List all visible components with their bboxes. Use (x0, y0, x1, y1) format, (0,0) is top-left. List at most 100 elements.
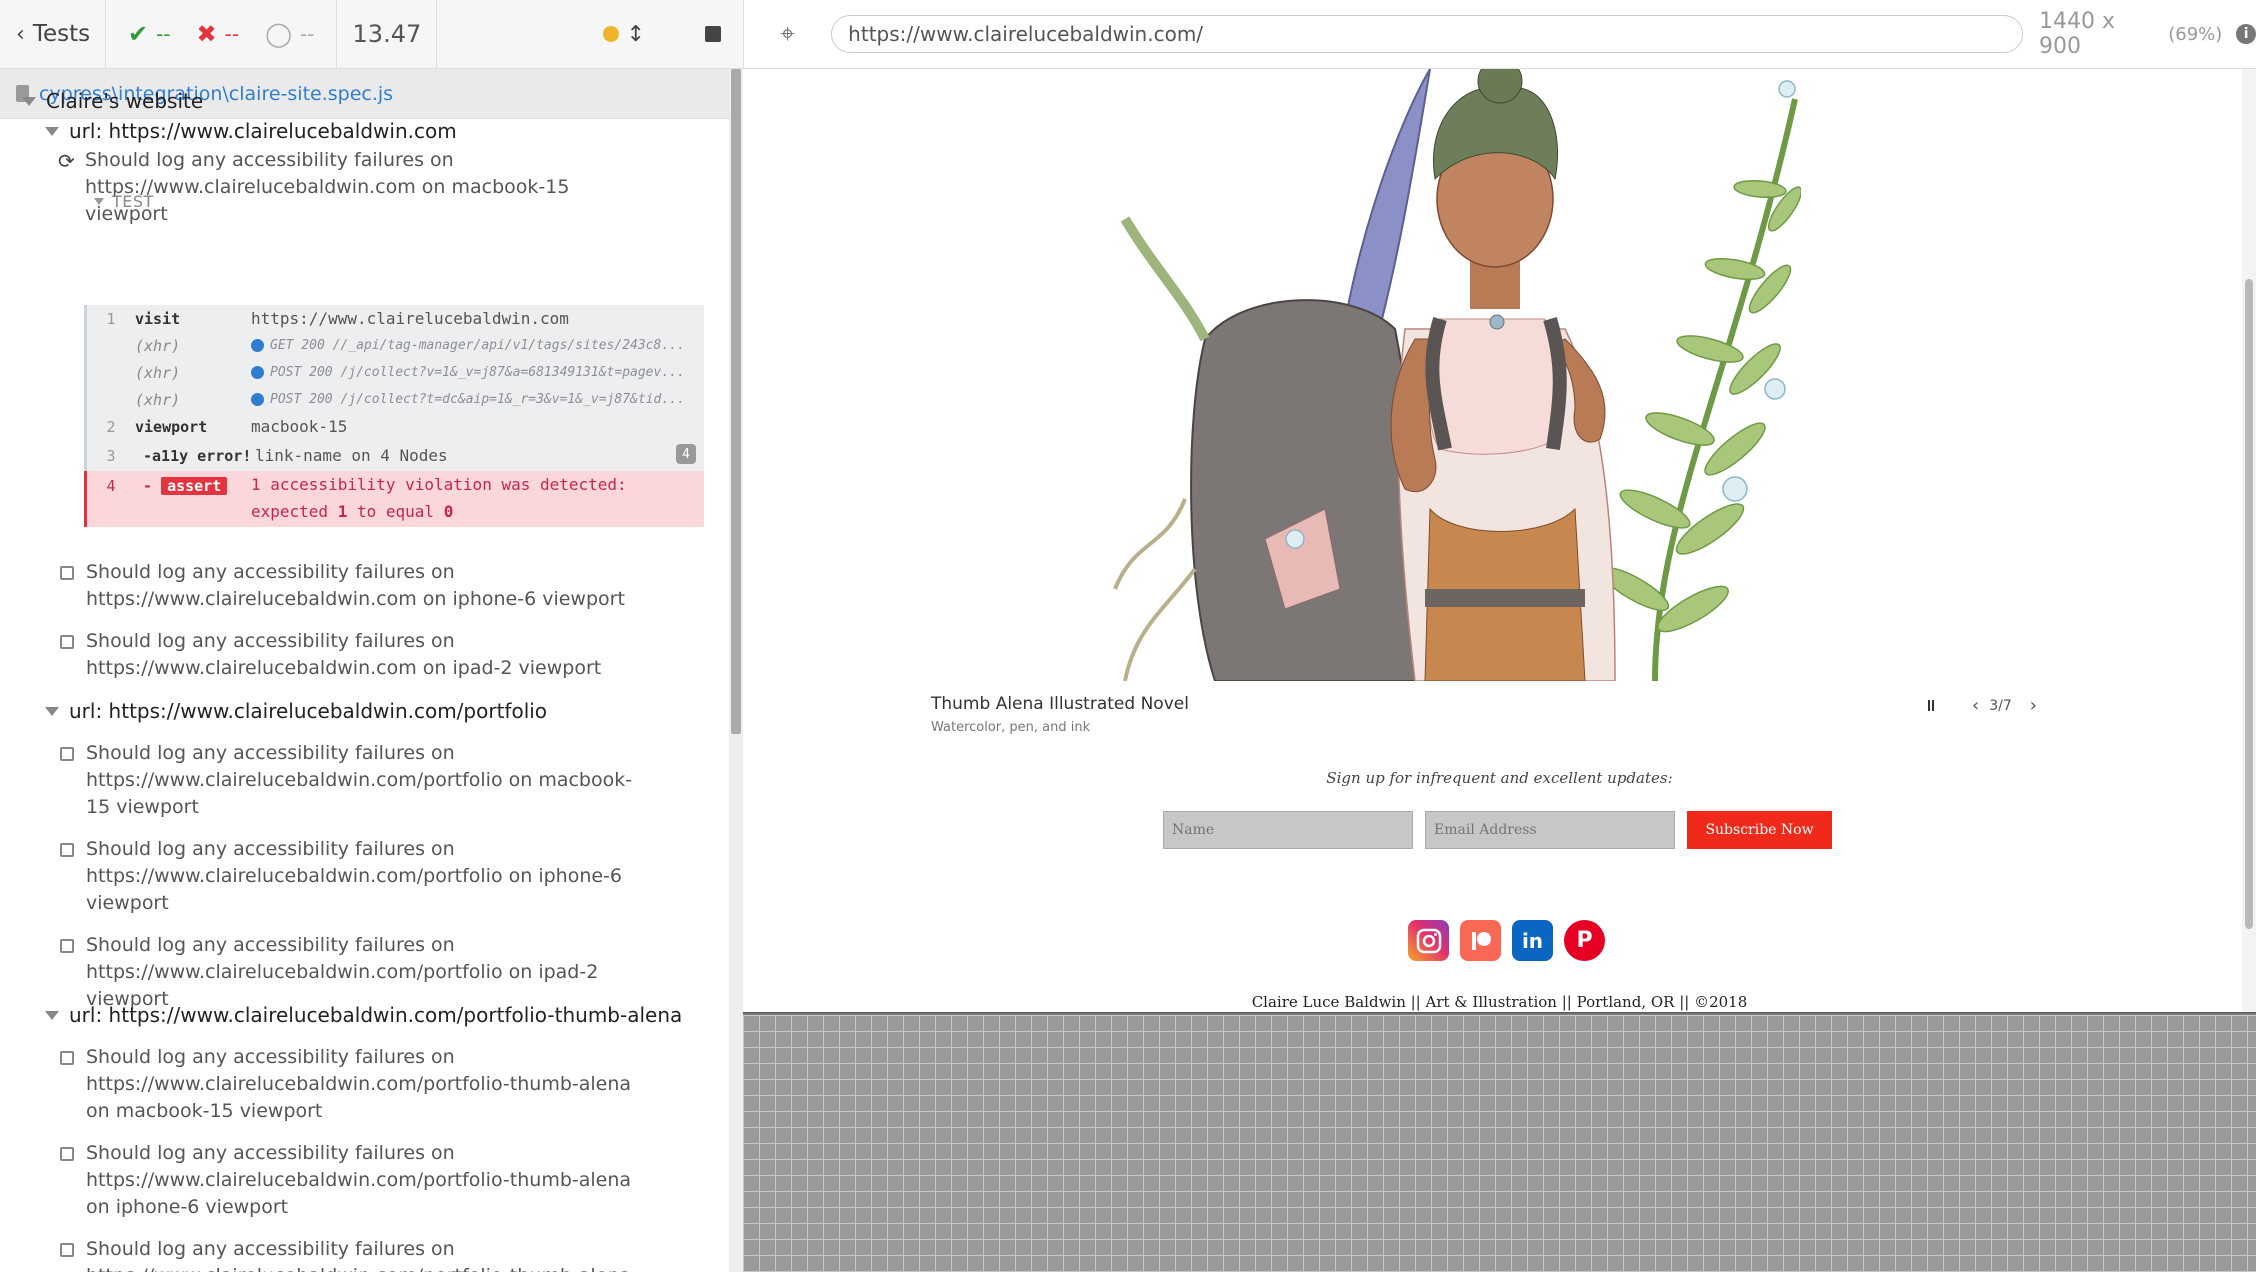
caret-down-icon (45, 126, 59, 136)
chevron-left-icon: ‹ (16, 21, 25, 47)
command-row[interactable]: 1 visit https://www.clairelucebaldwin.co… (87, 305, 704, 332)
url-bar[interactable]: https://www.clairelucebaldwin.com/ (831, 15, 2023, 53)
test-item[interactable]: Should log any accessibility failures on… (60, 836, 640, 917)
subscribe-button[interactable]: Subscribe Now (1687, 811, 1832, 849)
failed-count: -- (224, 22, 240, 46)
name-field[interactable] (1163, 811, 1413, 849)
test-item[interactable]: Should log any accessibility failures on… (60, 1236, 640, 1272)
test-title: Should log any accessibility failures on… (86, 1142, 632, 1218)
command-row[interactable]: (xhr) POST 200 /j/collect?t=dc&aip=1&_r=… (87, 386, 704, 413)
command-name: (xhr) (135, 363, 181, 382)
checkbox-icon (60, 635, 74, 649)
pending-count: -- (299, 22, 315, 46)
reporter-header: ‹ Tests ✔ -- ✖ -- ◯ -- 13.47 ↕ (0, 0, 743, 69)
slide-caption-title: Thumb Alena Illustrated Novel (931, 694, 1189, 714)
email-field[interactable] (1425, 811, 1675, 849)
patreon-icon[interactable] (1460, 920, 1501, 961)
xhr-message: POST 200 /j/collect?t=dc&aip=1&_r=3&v=1&… (251, 392, 685, 407)
test-title: Should log any accessibility failures on… (86, 630, 602, 679)
command-row[interactable]: (xhr) POST 200 /j/collect?v=1&_v=j87&a=6… (87, 359, 704, 386)
viewport-background (743, 1015, 2256, 1272)
running-indicator-icon (602, 26, 619, 42)
info-icon[interactable]: i (2236, 24, 2256, 44)
slide-counter: 3/7 (1989, 697, 2012, 714)
command-row[interactable]: 2 viewport macbook-15 (87, 413, 704, 440)
command-number: 2 (106, 417, 116, 436)
app-scrollbar-thumb[interactable] (2245, 279, 2253, 929)
test-item[interactable]: Should log any accessibility failures on… (60, 628, 660, 682)
command-name: visit (135, 309, 181, 328)
test-item[interactable]: Should log any accessibility failures on… (60, 1140, 640, 1221)
command-name: viewport (135, 417, 208, 436)
suite-portfolio[interactable]: url: https://www.clairelucebaldwin.com/p… (45, 699, 547, 723)
stats: ✔ -- ✖ -- ◯ -- (106, 0, 338, 68)
assert-label: assert (161, 477, 228, 495)
chevron-right-icon[interactable]: › (2030, 695, 2037, 716)
tests-label: Tests (32, 21, 91, 47)
command-message: https://www.clairelucebaldwin.com (251, 309, 569, 328)
command-name: (xhr) (135, 336, 181, 355)
assert-expected-value: 0 (443, 502, 454, 521)
test-item-active[interactable]: Should log any accessibility failures on… (85, 147, 645, 228)
test-title: Should log any accessibility failures on… (86, 838, 622, 914)
test-title: Should log any accessibility failures on… (86, 742, 633, 818)
app-scrollbar[interactable] (2242, 69, 2256, 1015)
expand-vertical-icon[interactable]: ↕ (627, 22, 645, 47)
pending-stat: ◯ -- (265, 20, 314, 48)
xhr-status-icon (251, 393, 264, 406)
site-footer: Claire Luce Baldwin || Art & Illustratio… (1251, 993, 1748, 1011)
refresh-icon: ⟳ (58, 149, 75, 173)
tests-button[interactable]: ‹ Tests (0, 0, 106, 68)
xhr-status-icon (251, 366, 264, 379)
xhr-status-icon (251, 339, 264, 352)
circle-notch-icon: ◯ (265, 20, 292, 48)
suite-home[interactable]: url: https://www.clairelucebaldwin.com (45, 119, 457, 143)
duration: 13.47 (337, 0, 438, 68)
count-badge: 4 (676, 444, 696, 464)
test-item[interactable]: Should log any accessibility failures on… (60, 932, 680, 1013)
chevron-left-icon[interactable]: ‹ (1972, 695, 1979, 716)
checkbox-icon (60, 1147, 74, 1161)
selector-playground-icon[interactable]: ⌖ (744, 19, 831, 50)
suite-portfolio-thumb-alena[interactable]: url: https://www.clairelucebaldwin.com/p… (45, 1003, 682, 1027)
reporter-scrollbar-thumb[interactable] (731, 69, 741, 734)
passed-stat: ✔ -- (128, 20, 171, 48)
command-row[interactable]: (xhr) GET 200 //_api/tag-manager/api/v1/… (87, 332, 704, 359)
linkedin-icon[interactable]: in (1512, 920, 1553, 961)
command-message: macbook-15 (251, 417, 348, 436)
command-row[interactable]: 3 -a11y error! link-name on 4 Nodes 4 (87, 440, 704, 471)
caret-down-icon (94, 198, 104, 205)
viewport-size: 1440 x 900 (2039, 9, 2116, 59)
checkbox-icon (60, 566, 74, 580)
assert-expected: expected (251, 502, 329, 521)
test-item[interactable]: Should log any accessibility failures on… (60, 559, 660, 613)
reporter: cypress\integration\claire-site.spec.js … (0, 69, 729, 1272)
checkbox-icon (60, 1243, 74, 1257)
test-header[interactable]: TEST (94, 192, 154, 211)
test-item[interactable]: Should log any accessibility failures on… (60, 740, 640, 821)
slideshow-controls: ‹ 3/7 › (1928, 695, 2037, 716)
reporter-scrollbar[interactable] (729, 69, 743, 1272)
check-icon: ✔ (128, 20, 149, 48)
stop-icon[interactable] (705, 26, 721, 42)
test-header-label: TEST (112, 192, 154, 211)
xhr-text: POST 200 /j/collect?t=dc&aip=1&_r=3&v=1&… (270, 392, 685, 407)
instagram-icon[interactable] (1408, 920, 1449, 961)
test-title: Should log any accessibility failures on… (85, 149, 570, 225)
pause-icon[interactable] (1928, 700, 1934, 711)
test-title: Should log any accessibility failures on… (86, 1238, 631, 1272)
suite-title: url: https://www.clairelucebaldwin.com/p… (69, 699, 548, 723)
command-row-failed[interactable]: 4 - assert 1 accessibility violation was… (84, 471, 704, 527)
test-item[interactable]: Should log any accessibility failures on… (60, 1044, 640, 1125)
suite-root[interactable]: Claire's website (22, 89, 203, 113)
suite-title: url: https://www.clairelucebaldwin.com/p… (69, 1003, 683, 1027)
url-text: https://www.clairelucebaldwin.com/ (848, 22, 1204, 46)
passed-count: -- (156, 22, 171, 46)
pinterest-icon[interactable]: P (1564, 920, 1605, 961)
x-icon: ✖ (196, 20, 217, 48)
signup-label: Sign up for infrequent and excellent upd… (1326, 769, 1673, 787)
command-name: -a11y error! (143, 446, 252, 465)
slide-caption-subtitle: Watercolor, pen, and ink (931, 720, 1091, 735)
app-preview: Thumb Alena Illustrated Novel Watercolor… (743, 69, 2256, 1015)
command-number: 1 (106, 309, 116, 328)
